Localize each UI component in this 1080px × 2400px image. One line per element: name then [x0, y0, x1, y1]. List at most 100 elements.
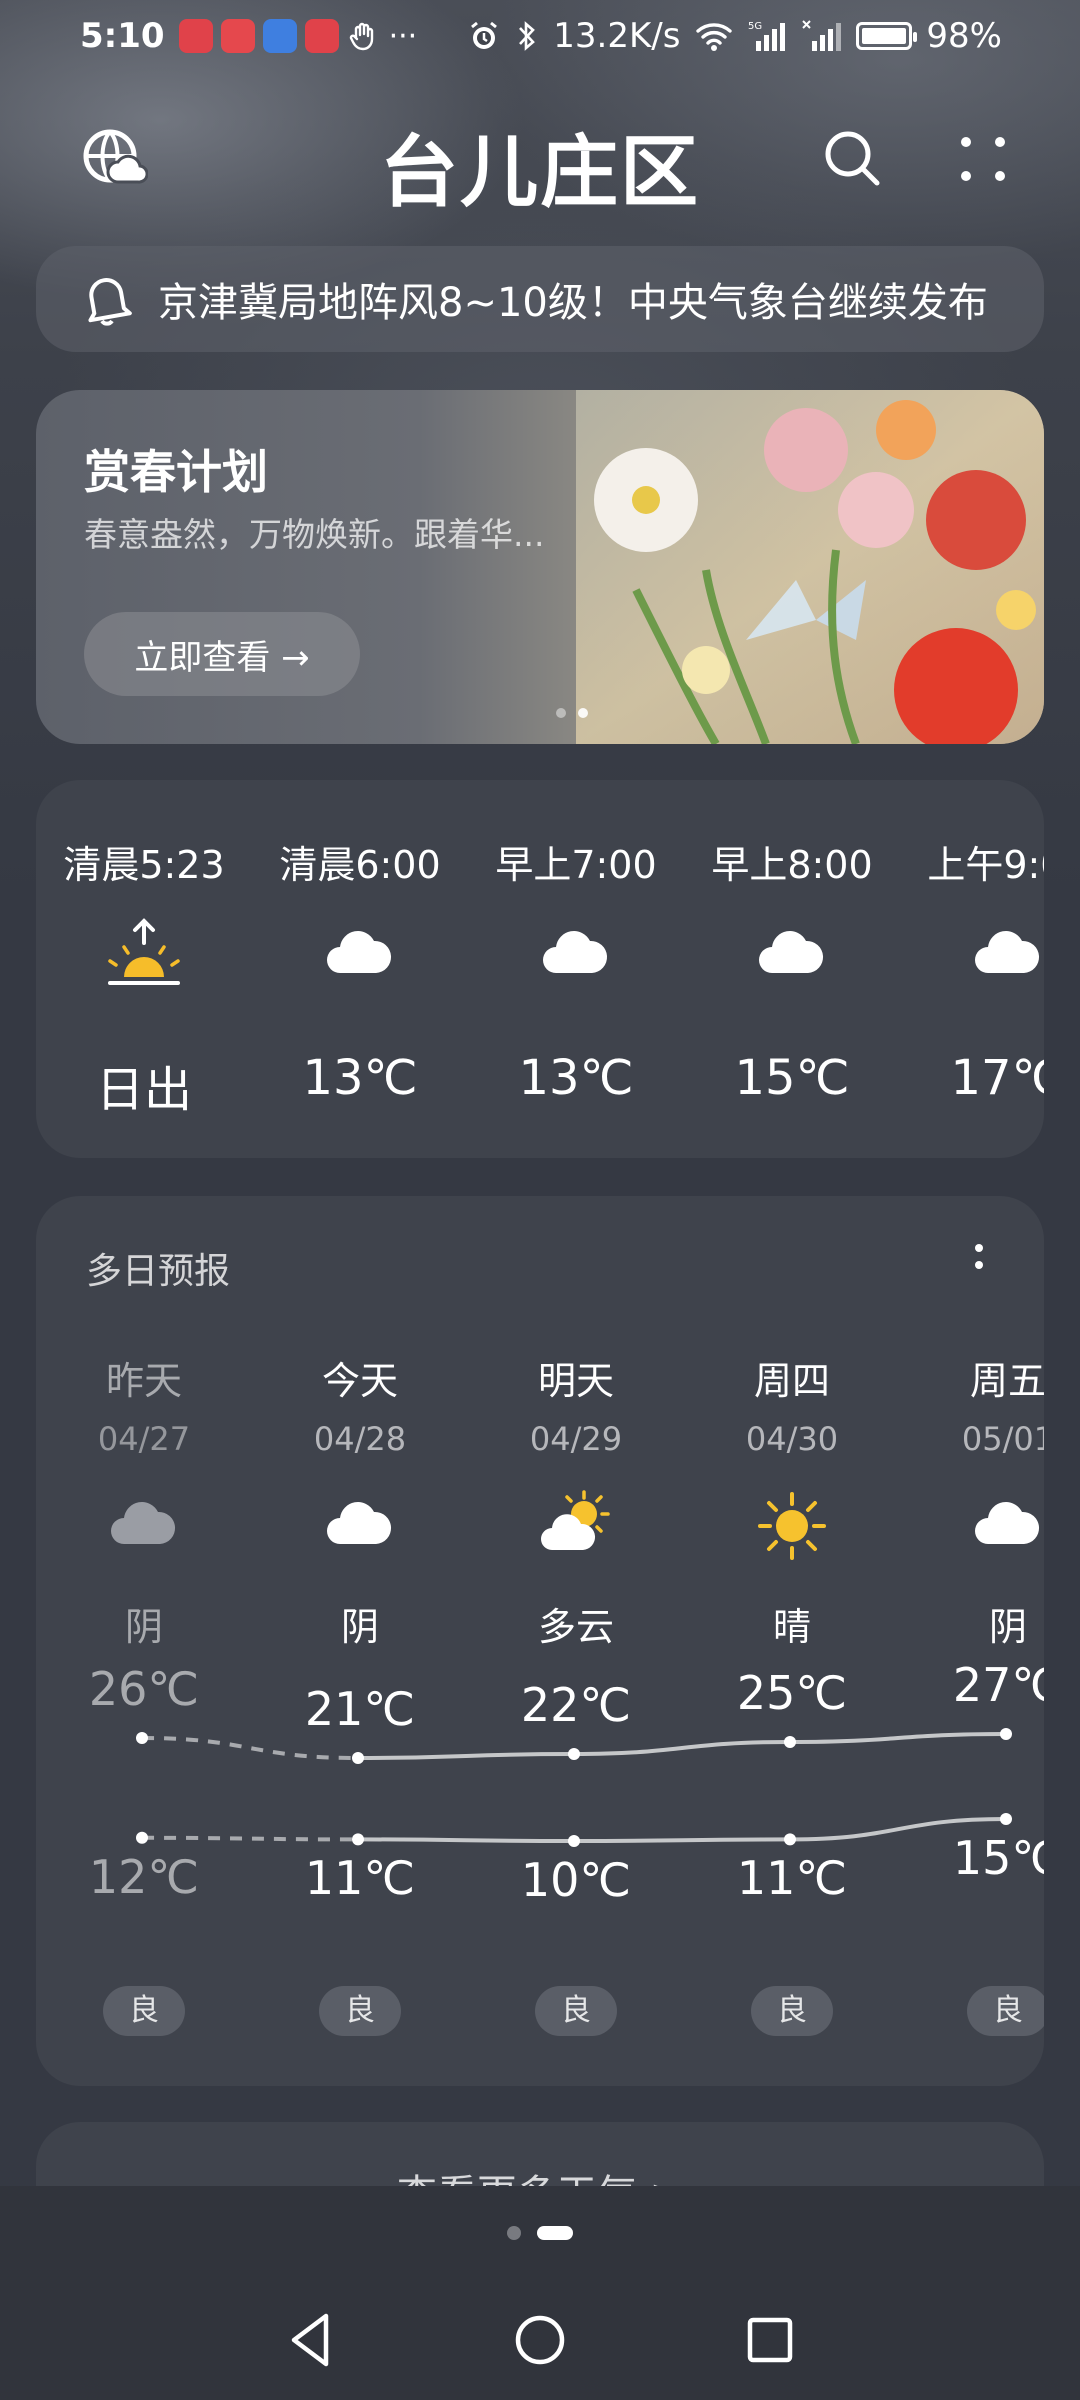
alert-text: 京津冀局地阵风8~10级！中央气象台继续发布	[158, 280, 988, 326]
day-condition: 晴	[772, 1605, 811, 1649]
day-name: 周五	[969, 1359, 1044, 1403]
back-icon[interactable]	[270, 2300, 350, 2380]
cloud-icon	[975, 1502, 1040, 1544]
day-date: 04/29	[529, 1420, 623, 1458]
hour-item: 清晨6:00 13℃	[252, 780, 468, 1158]
header: 台儿庄区	[0, 100, 1080, 220]
status-time: 5:10	[80, 16, 165, 56]
hour-item: 清晨5:23 日出	[36, 780, 252, 1158]
aqi-badge: 良	[103, 1986, 185, 2036]
hour-temp: 13℃	[518, 1050, 634, 1106]
huawei-store-icon	[304, 19, 339, 53]
day-name: 明天	[537, 1359, 614, 1403]
notification-icons: ···	[178, 18, 418, 54]
hour-item: 上午9:00 17℃	[900, 780, 1044, 1158]
browser-app-icon	[262, 19, 297, 53]
promo-dot	[556, 708, 566, 718]
day-high-temp: 22℃	[520, 1678, 632, 1732]
recents-icon[interactable]	[730, 2300, 810, 2380]
spring-flowers-image	[576, 390, 1044, 744]
sunrise-label: 日出	[95, 1062, 192, 1118]
hour-time: 早上7:00	[495, 843, 657, 887]
system-nav-bar	[0, 2290, 1080, 2400]
alert-bell-icon	[88, 278, 132, 326]
battery-fill	[862, 28, 906, 44]
promo-pager	[556, 708, 588, 718]
huawei-app-icon	[178, 19, 213, 53]
hour-item: 早上8:00 15℃	[684, 780, 900, 1158]
day-condition: 阴	[124, 1605, 163, 1649]
hour-temp: 17℃	[950, 1050, 1045, 1106]
hour-time: 早上8:00	[711, 843, 873, 887]
signal-5g-icon: 5G	[748, 21, 786, 51]
books-app-icon	[220, 19, 255, 53]
cloud-grey-icon	[111, 1502, 176, 1544]
aqi-badge: 良	[319, 1986, 401, 2036]
home-icon[interactable]	[500, 2300, 580, 2380]
day-high-temp: 21℃	[304, 1682, 416, 1736]
status-bar: 5:10 ··· 13.2K/s 5G 98%	[0, 0, 1080, 72]
day-high-temp: 26℃	[88, 1662, 200, 1716]
signal-nosim-icon	[802, 20, 842, 51]
promo-dot-active	[578, 708, 588, 718]
day-condition: 阴	[988, 1605, 1027, 1649]
hour-time: 上午9:00	[927, 843, 1044, 887]
hand-icon	[349, 22, 373, 51]
more-grid-icon[interactable]	[948, 124, 1018, 194]
search-icon[interactable]	[818, 124, 888, 194]
daily-forecast-card[interactable]: 多日预报 昨天 04/27 阴 26℃ 12℃ 良 今天 04/28 阴 21℃…	[36, 1196, 1044, 2086]
promo-view-button[interactable]: 立即查看 →	[84, 612, 360, 696]
day-item: 今天 04/28 阴 21℃ 11℃ 良	[252, 1196, 468, 2086]
hour-temp: 13℃	[302, 1050, 418, 1106]
status-right: 13.2K/s 5G 98%	[467, 16, 1002, 56]
day-name: 昨天	[105, 1359, 182, 1403]
wifi-icon	[696, 23, 733, 51]
day-low-temp: 12℃	[88, 1849, 200, 1904]
weather-alert-banner[interactable]: 京津冀局地阵风8~10级！中央气象台继续发布	[36, 246, 1044, 352]
page-dot	[507, 2226, 521, 2240]
alarm-icon	[471, 21, 498, 49]
partly-cloudy-icon	[541, 1490, 610, 1550]
promo-card[interactable]: 赏春计划 春意盎然，万物焕新。跟着华... 立即查看 →	[36, 390, 1044, 744]
cloud-icon	[975, 931, 1040, 973]
day-condition: 阴	[340, 1605, 379, 1649]
promo-title: 赏春计划	[84, 445, 268, 499]
cloud-icon	[543, 931, 608, 973]
cloud-icon	[327, 1502, 392, 1544]
hour-time: 清晨6:00	[279, 843, 441, 887]
day-condition: 多云	[537, 1605, 614, 1649]
aqi-badge: 良	[751, 1986, 833, 2036]
location-title[interactable]: 台儿庄区	[0, 110, 1080, 222]
day-date: 04/27	[97, 1420, 191, 1458]
sunrise-icon	[108, 918, 180, 985]
day-name: 周四	[753, 1359, 830, 1403]
day-item: 周四 04/30 晴 25℃ 11℃ 良	[684, 1196, 900, 2086]
cloud-icon	[327, 931, 392, 973]
day-high-temp: 27℃	[952, 1658, 1044, 1712]
day-date: 04/30	[745, 1420, 839, 1458]
svg-text:5G: 5G	[748, 21, 762, 32]
battery-percent: 98%	[926, 16, 1002, 56]
promo-subtitle: 春意盎然，万物焕新。跟着华...	[84, 515, 545, 554]
aqi-badge: 良	[535, 1986, 617, 2036]
more-notifications: ···	[388, 18, 418, 54]
day-date: 05/01	[961, 1420, 1044, 1458]
sun-icon	[758, 1492, 826, 1560]
hour-temp: 15℃	[734, 1050, 850, 1106]
bottom-area	[0, 2186, 1080, 2400]
day-high-temp: 25℃	[736, 1666, 848, 1720]
bluetooth-icon	[519, 21, 536, 51]
network-speed: 13.2K/s	[553, 16, 681, 56]
page-dot-active	[537, 2226, 573, 2240]
aqi-badge: 良	[967, 1986, 1044, 2036]
day-item: 明天 04/29 多云 22℃ 10℃ 良	[468, 1196, 684, 2086]
cloud-icon	[759, 931, 824, 973]
day-name: 今天	[321, 1359, 398, 1403]
day-low-temp: 11℃	[736, 1851, 848, 1906]
battery-icon	[856, 22, 918, 50]
city-page-indicator	[0, 2226, 1080, 2240]
day-low-temp: 10℃	[520, 1853, 632, 1907]
day-low-temp: 11℃	[304, 1851, 416, 1906]
day-item: 周五 05/01 阴 27℃ 15℃ 良	[900, 1196, 1044, 2086]
hourly-forecast-card[interactable]: 清晨5:23 日出 清晨6:00 13℃ 早上7:00 13℃ 早上8:00 1…	[36, 780, 1044, 1158]
